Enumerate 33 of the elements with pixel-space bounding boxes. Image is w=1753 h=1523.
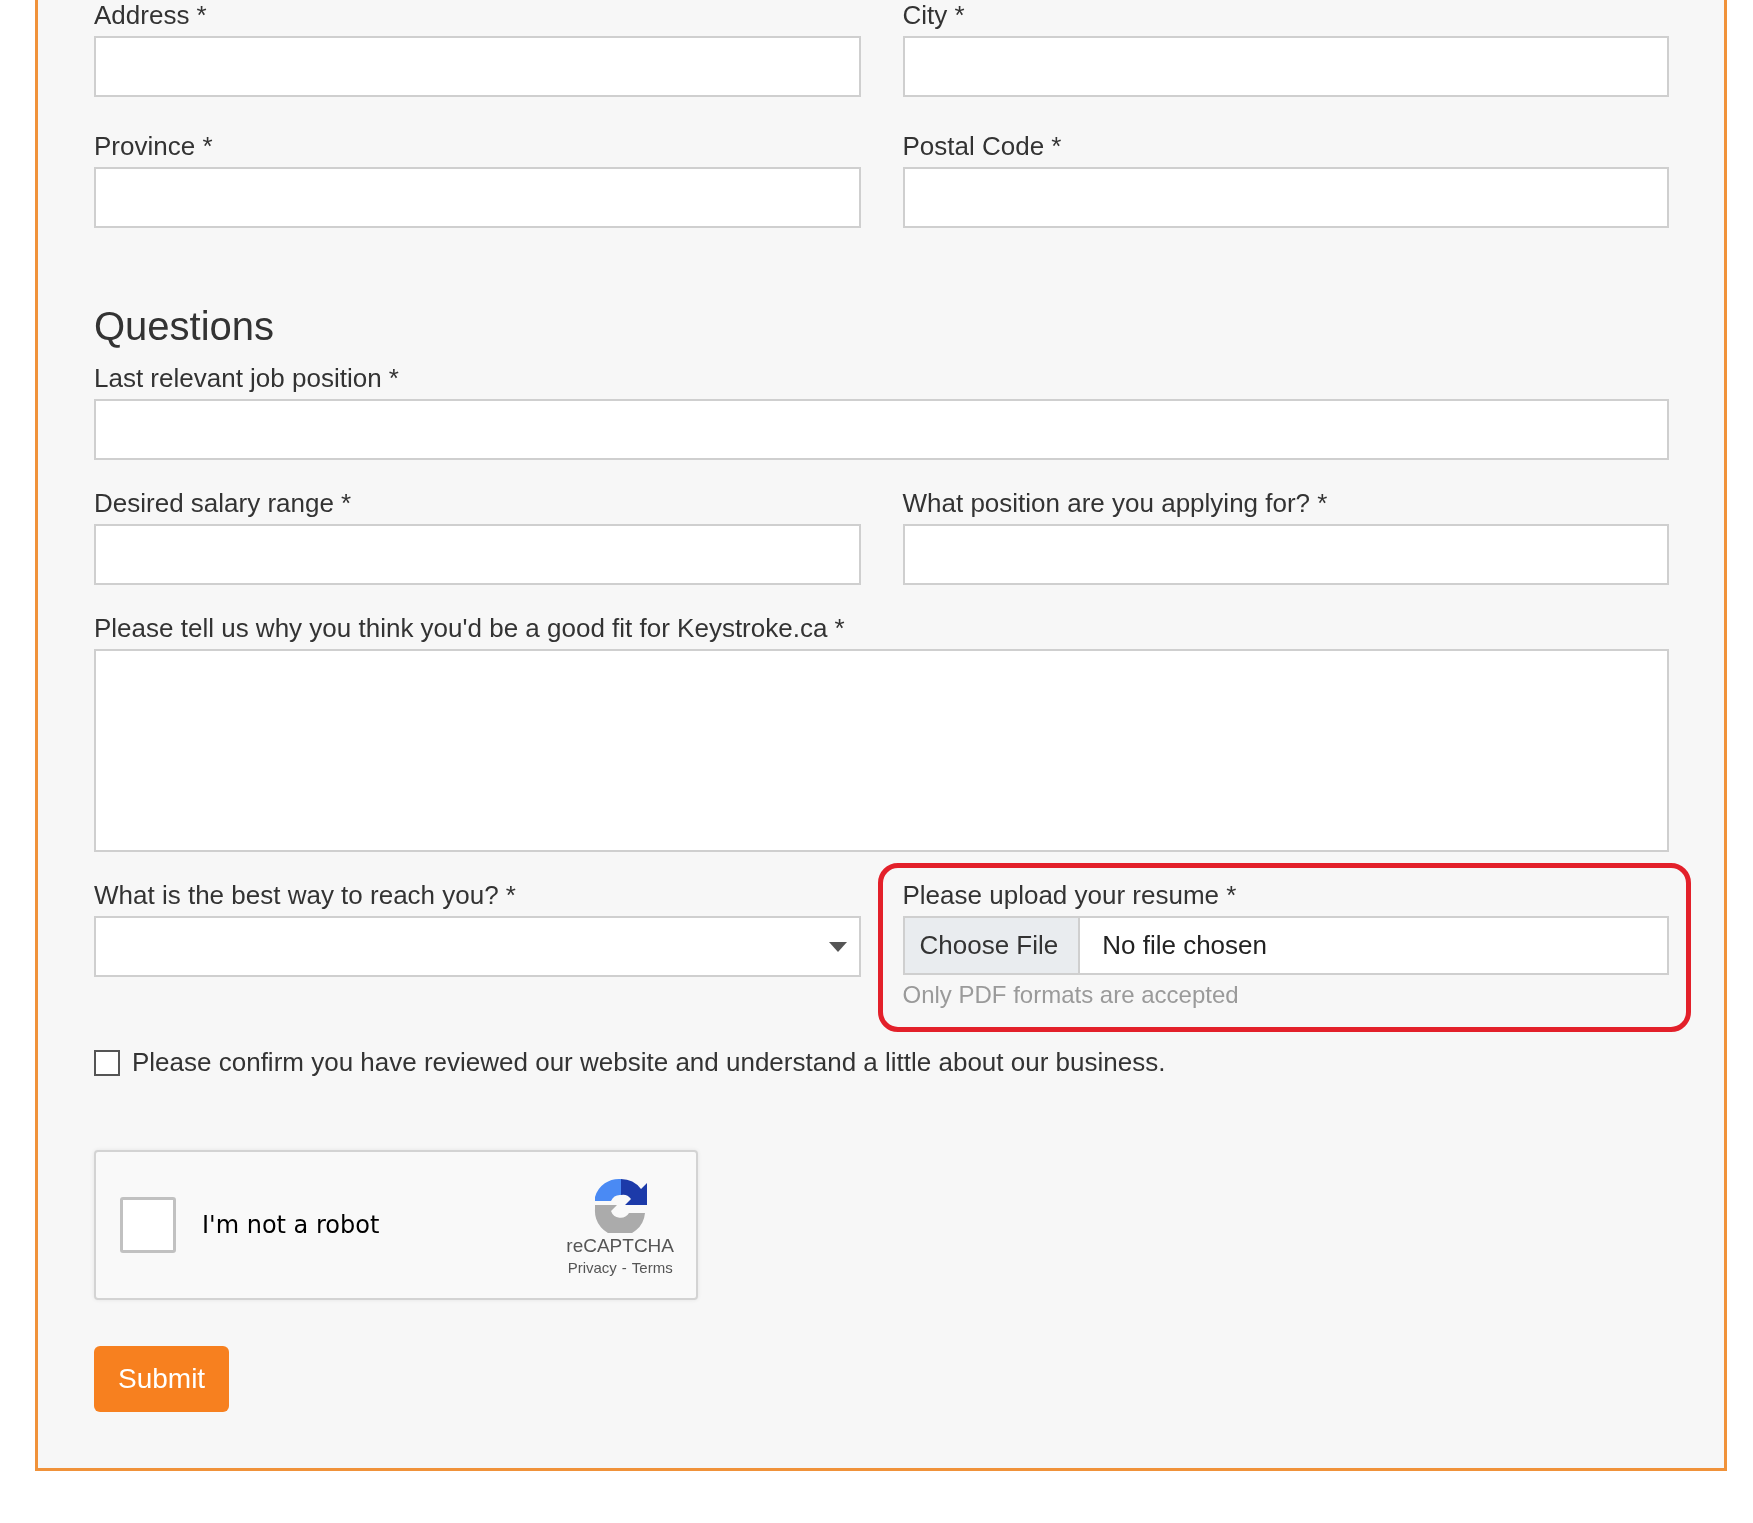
field-label: Province * <box>94 131 214 161</box>
field-label: What is the best way to reach you? * <box>94 880 517 910</box>
text-field[interactable] <box>94 524 861 585</box>
captcha-label: I'm not a robot <box>202 1211 381 1239</box>
text-field[interactable] <box>94 167 861 228</box>
field-label: Last relevant job position * <box>94 363 400 393</box>
field-label: Please tell us why you think you'd be a good fit for Keystroke.ca * <box>94 613 846 643</box>
field-label: City * <box>902 0 966 30</box>
link-separator: - <box>621 1258 627 1276</box>
text-field[interactable] <box>902 167 1669 228</box>
terms-link[interactable]: Terms <box>631 1258 673 1276</box>
checkbox[interactable] <box>94 1049 120 1076</box>
field-hint: Only PDF formats are accepted <box>902 981 1240 1009</box>
choose-file-button[interactable]: Choose File <box>904 918 1081 973</box>
field-label: What position are you applying for? * <box>902 488 1329 518</box>
field-label: Address * <box>94 0 208 30</box>
checkbox-label: Please confirm you have reviewed our website and understand a little about our business. <box>132 1047 1166 1078</box>
text-field[interactable] <box>902 524 1669 585</box>
section-heading: Questions <box>94 304 276 349</box>
text-field[interactable] <box>94 399 1669 460</box>
text-field[interactable] <box>902 36 1669 97</box>
text-area[interactable] <box>94 649 1669 852</box>
captcha-checkbox[interactable] <box>120 1197 176 1253</box>
field-label: Desired salary range * <box>94 488 353 518</box>
captcha-brand: reCAPTCHA <box>566 1234 674 1257</box>
field-label: Postal Code * <box>902 131 1063 161</box>
privacy-link[interactable]: Privacy <box>567 1258 617 1276</box>
text-field[interactable] <box>94 36 861 97</box>
field-label: Please upload your resume * <box>902 880 1238 910</box>
file-input[interactable]: Choose File No file chosen <box>902 916 1669 975</box>
dropdown-field[interactable] <box>94 916 861 977</box>
caret-icon <box>828 941 847 952</box>
file-status: No file chosen <box>1101 930 1267 961</box>
